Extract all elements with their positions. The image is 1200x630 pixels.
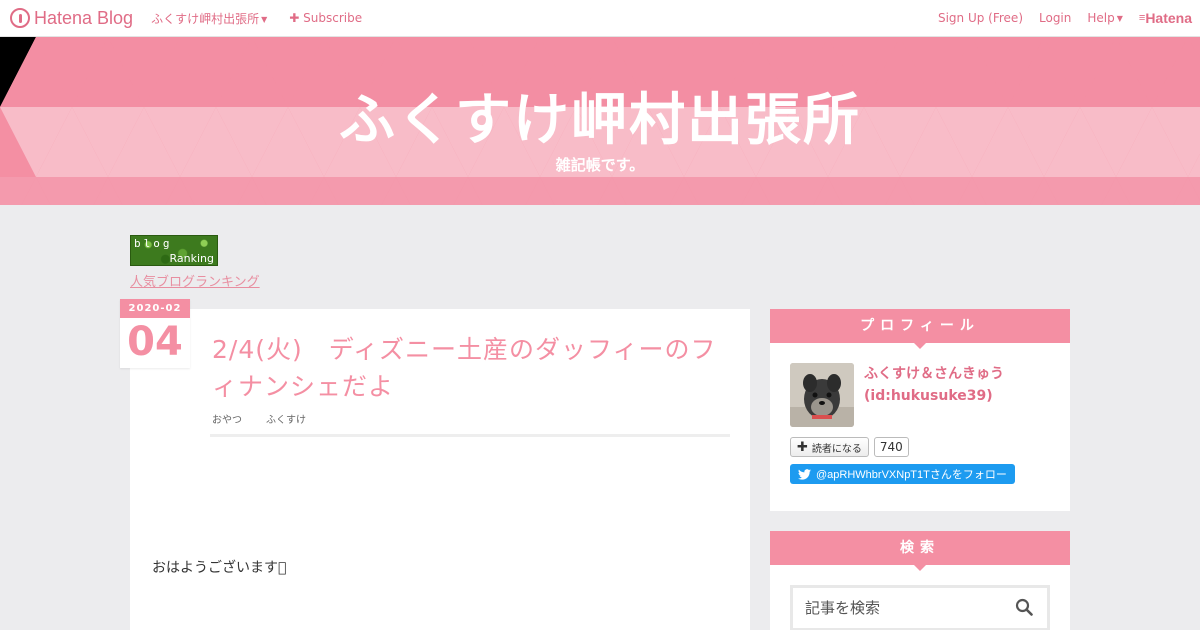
search-icon[interactable] bbox=[1015, 598, 1033, 616]
heading-notch bbox=[914, 565, 926, 571]
global-header-left: Hatena Blog ふくすけ岬村出張所 ▼ ✚ Subscribe bbox=[0, 0, 362, 36]
blog-ranking-banner[interactable]: blog Ranking bbox=[130, 235, 218, 266]
hatena-blog-logo[interactable]: Hatena Blog bbox=[10, 8, 133, 29]
ranking-widget: blog Ranking 人気ブログランキング bbox=[130, 235, 260, 290]
entry-meta: おやつ ふくすけ bbox=[212, 411, 306, 426]
login-link[interactable]: Login bbox=[1039, 11, 1071, 25]
banner-text-ranking: Ranking bbox=[169, 252, 215, 265]
chevron-down-icon: ▼ bbox=[261, 14, 268, 24]
hatena-blog-logo-icon bbox=[10, 8, 30, 28]
hatena-blog-logo-text: Hatena Blog bbox=[34, 7, 134, 28]
entry-category[interactable]: おやつ bbox=[212, 411, 242, 426]
entry-date-badge[interactable]: 2020-02 04 bbox=[120, 299, 190, 368]
search-heading: 検索 bbox=[770, 531, 1070, 571]
entry-body-text: おはようございます󾌧 bbox=[152, 560, 287, 576]
profile-heading-text: プロフィール bbox=[860, 318, 980, 334]
search-module: 検索 bbox=[770, 531, 1070, 630]
entry-author[interactable]: ふくすけ bbox=[266, 411, 306, 426]
subscribe-button[interactable]: ✚ Subscribe bbox=[289, 11, 362, 25]
blog-title[interactable]: ふくすけ岬村出張所 bbox=[0, 75, 1200, 156]
signup-link[interactable]: Sign Up (Free) bbox=[938, 11, 1023, 25]
hatena-mark-icon: ≡ bbox=[1138, 12, 1146, 24]
search-input[interactable] bbox=[793, 588, 993, 628]
heading-notch bbox=[914, 343, 926, 349]
help-label: Help bbox=[1087, 11, 1115, 25]
entry-date-day: 04 bbox=[127, 319, 183, 365]
profile-name-block[interactable]: ふくすけ＆さんきゅう (id:hukusuke39) bbox=[864, 363, 1004, 407]
dog-avatar-icon bbox=[790, 363, 854, 427]
profile-id: (id:hukusuke39) bbox=[864, 388, 993, 404]
profile-name: ふくすけ＆さんきゅう bbox=[864, 366, 1004, 382]
profile-module: プロフィール ふくすけ＆さんきゅう (id:hukusuke39) ✚ 読者になる… bbox=[770, 309, 1070, 511]
plus-icon: ✚ bbox=[289, 11, 300, 25]
help-dropdown[interactable]: Help ▼ bbox=[1087, 11, 1123, 25]
blog-header: ふくすけ岬村出張所 雑記帳です。 bbox=[0, 37, 1200, 205]
entry-title[interactable]: 2/4(火) ディズニー土産のダッフィーのフィナンシェだよ bbox=[212, 331, 722, 405]
profile-heading: プロフィール bbox=[770, 309, 1070, 349]
blog-menu-label: ふくすけ岬村出張所 bbox=[151, 11, 260, 26]
entry-divider bbox=[210, 434, 730, 437]
avatar[interactable] bbox=[790, 363, 854, 427]
plus-icon: ✚ bbox=[797, 439, 808, 455]
subscribe-reader-button[interactable]: ✚ 読者になる bbox=[790, 437, 869, 457]
search-heading-text: 検索 bbox=[900, 540, 940, 556]
global-header-right: Sign Up (Free) Login Help ▼ ≡ Hatena bbox=[922, 0, 1200, 36]
reader-button-label: 読者になる bbox=[811, 443, 862, 455]
twitter-follow-label: @apRHWhbrVXNpT1Tさんをフォロー bbox=[816, 469, 1007, 481]
subscribe-label: Subscribe bbox=[303, 11, 363, 25]
global-header: Hatena Blog ふくすけ岬村出張所 ▼ ✚ Subscribe Sign … bbox=[0, 0, 1200, 37]
hatena-logo-text: Hatena bbox=[1145, 10, 1192, 26]
chevron-down-icon: ▼ bbox=[1116, 14, 1123, 23]
search-form bbox=[790, 585, 1050, 630]
entry-article: 2/4(火) ディズニー土産のダッフィーのフィナンシェだよ おやつ ふくすけ お… bbox=[130, 309, 750, 630]
reader-count: 740 bbox=[873, 437, 909, 457]
twitter-bird-icon bbox=[798, 468, 811, 480]
twitter-follow-button[interactable]: @apRHWhbrVXNpT1Tさんをフォロー bbox=[790, 464, 1015, 484]
hatena-logo[interactable]: ≡ Hatena bbox=[1139, 10, 1192, 26]
reader-widget: ✚ 読者になる 740 bbox=[790, 437, 909, 457]
ranking-link[interactable]: 人気ブログランキング bbox=[130, 271, 260, 290]
banner-text-blog: blog bbox=[134, 237, 173, 250]
blog-description: 雑記帳です。 bbox=[555, 156, 645, 174]
entry-date-year-month: 2020-02 bbox=[120, 299, 190, 318]
blog-menu-dropdown[interactable]: ふくすけ岬村出張所 ▼ bbox=[151, 10, 267, 27]
